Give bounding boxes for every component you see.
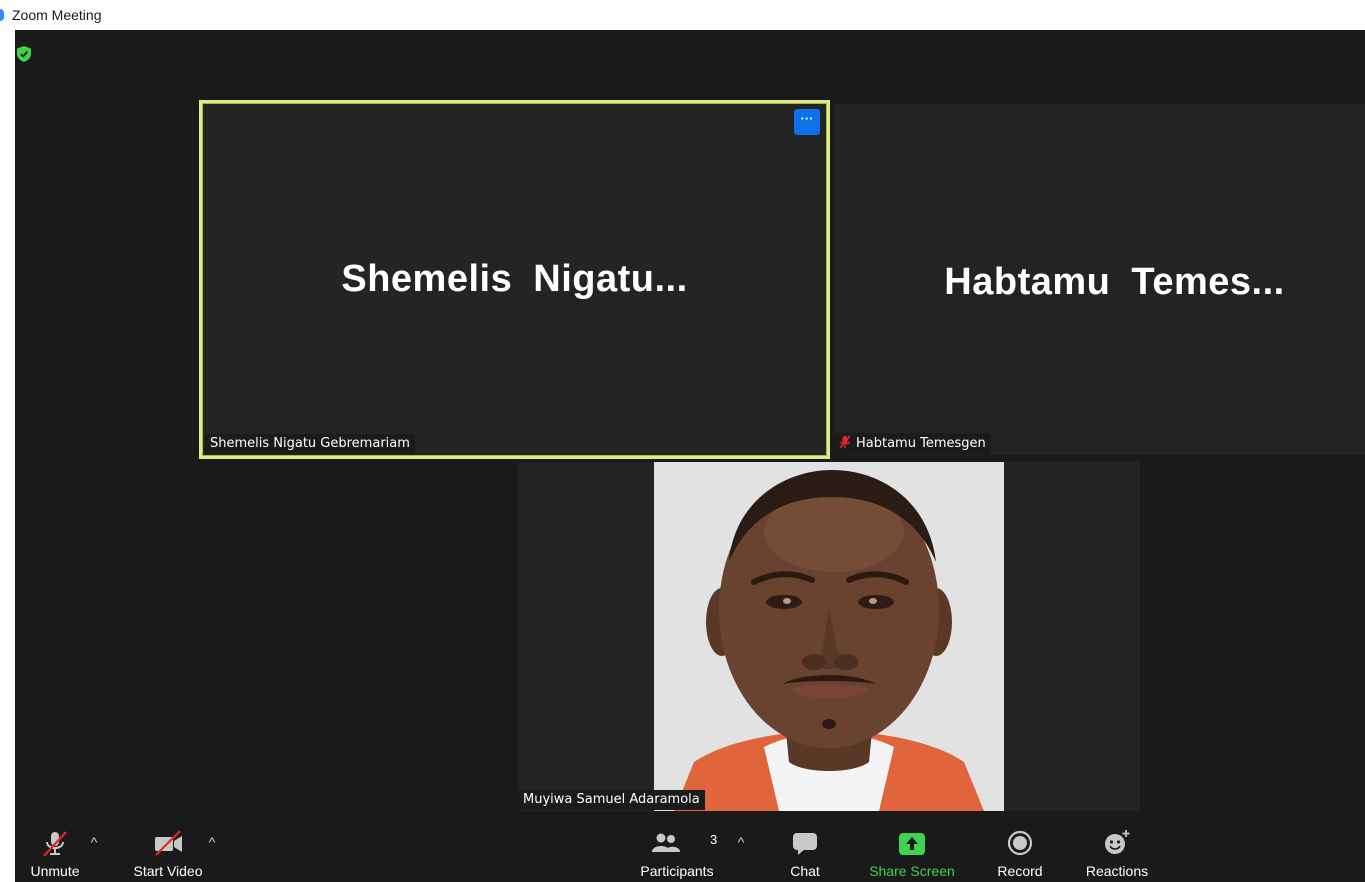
- window-titlebar: Zoom Meeting: [0, 0, 1365, 30]
- chat-button[interactable]: Chat: [770, 820, 840, 882]
- share-screen-label: Share Screen: [869, 863, 955, 879]
- record-circle-icon: [1007, 830, 1033, 856]
- participants-button[interactable]: Participants: [631, 820, 723, 882]
- tile-more-options-button[interactable]: ···: [794, 109, 820, 135]
- participants-count-badge: 3: [710, 832, 718, 847]
- smiley-plus-icon: [1105, 830, 1130, 854]
- participant-portrait-image: [654, 462, 1004, 811]
- audio-options-caret[interactable]: ^: [88, 834, 100, 850]
- participant-tile[interactable]: Habtamu Temes... Habtamu Temesgen: [834, 104, 1365, 455]
- participant-name-label: Shemelis Nigatu Gebremariam: [205, 434, 415, 454]
- microphone-muted-icon: [839, 435, 851, 449]
- participants-label: Participants: [640, 863, 714, 879]
- share-screen-arrow-icon: [899, 833, 925, 855]
- zoom-app-icon: [0, 9, 4, 21]
- share-screen-button[interactable]: Share Screen: [861, 820, 963, 882]
- record-button[interactable]: Record: [985, 820, 1055, 882]
- start-video-button[interactable]: Start Video: [127, 820, 209, 882]
- people-icon: [651, 833, 680, 852]
- unmute-button[interactable]: Unmute: [19, 820, 91, 882]
- participant-display-name: Habtamu Temes...: [944, 261, 1285, 303]
- video-options-caret[interactable]: ^: [206, 834, 218, 850]
- chat-bubble-icon: [793, 833, 817, 855]
- shield-check-icon[interactable]: [17, 46, 31, 62]
- record-label: Record: [997, 863, 1043, 879]
- participant-display-name: Shemelis Nigatu...: [341, 258, 688, 300]
- window-left-edge: [0, 30, 15, 882]
- participants-options-caret[interactable]: ^: [735, 834, 747, 850]
- participant-tile-video[interactable]: Muyiwa Samuel Adaramola: [518, 462, 1140, 811]
- window-title: Zoom Meeting: [12, 7, 102, 23]
- meeting-toolbar: Unmute ^ Start Video ^ Participants 3 ^ …: [15, 820, 1365, 882]
- participant-name-label-muted: Habtamu Temesgen: [834, 433, 991, 454]
- participant-tile-active-speaker[interactable]: Shemelis Nigatu... ··· Shemelis Nigatu G…: [199, 100, 830, 459]
- reactions-label: Reactions: [1085, 863, 1149, 879]
- start-video-label: Start Video: [133, 863, 203, 879]
- microphone-muted-icon: [43, 831, 67, 857]
- video-off-icon: [155, 830, 182, 856]
- unmute-label: Unmute: [30, 863, 80, 879]
- reactions-button[interactable]: Reactions: [1079, 820, 1155, 882]
- participant-video-feed: [654, 462, 1004, 811]
- chat-label: Chat: [790, 863, 820, 879]
- participant-name-text: Habtamu Temesgen: [856, 436, 986, 451]
- participant-name-label: Muyiwa Samuel Adaramola: [518, 790, 705, 810]
